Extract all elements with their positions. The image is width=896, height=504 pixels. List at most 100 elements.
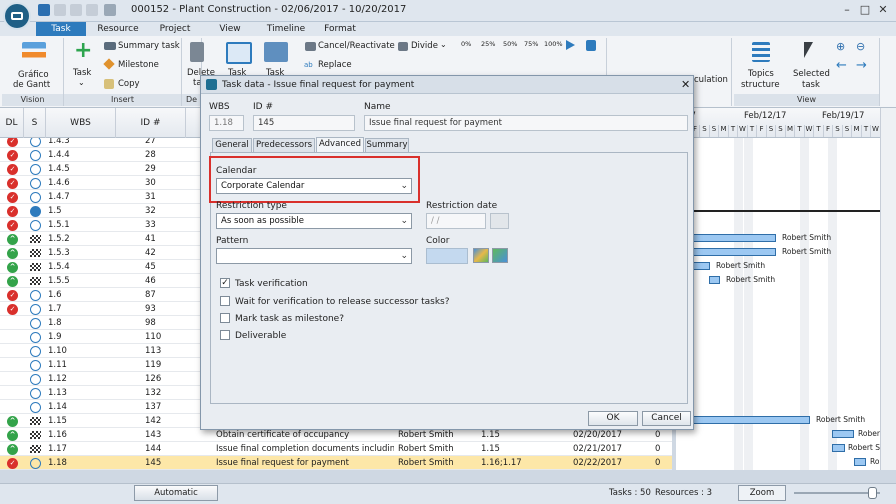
- task-dropdown-icon[interactable]: ⌄: [78, 78, 85, 87]
- undo-icon[interactable]: [70, 4, 82, 16]
- wbs-field[interactable]: 1.18: [209, 115, 244, 131]
- copy-button[interactable]: Copy: [118, 79, 140, 89]
- flag-icon: [30, 431, 41, 439]
- task-verification-checkbox[interactable]: ✓: [220, 278, 230, 288]
- zoom-button[interactable]: Zoom: [738, 485, 786, 501]
- gantt-chart-label-1[interactable]: Gráfico: [18, 70, 49, 80]
- cancel-reactivate-icon: [305, 42, 316, 51]
- selected-task-label-1[interactable]: Selected: [793, 69, 830, 79]
- calendar-select[interactable]: Corporate Calendar ⌄: [216, 178, 412, 194]
- restriction-date-label: Restriction date: [426, 201, 498, 211]
- tab-advanced[interactable]: Advanced: [316, 137, 364, 152]
- progress-0-button[interactable]: 0%: [461, 40, 471, 48]
- selected-task-label-2[interactable]: task: [802, 80, 820, 90]
- topics-structure-icon[interactable]: [752, 42, 770, 62]
- tab-project[interactable]: Project: [152, 22, 198, 36]
- gantt-chart-label-2[interactable]: de Gantt: [13, 80, 50, 90]
- add-task-icon[interactable]: +: [74, 40, 92, 62]
- tab-format[interactable]: Format: [318, 22, 362, 36]
- id-cell: 143: [145, 430, 162, 440]
- gantt-task-bar[interactable]: [854, 458, 866, 466]
- tab-timeline[interactable]: Timeline: [260, 22, 312, 36]
- calendar-picker-icon[interactable]: [490, 213, 509, 229]
- maximize-button[interactable]: □: [858, 3, 872, 17]
- table-row[interactable]: ✓ 1.18 145 Issue final request for payment R…: [0, 456, 672, 470]
- delete-icon[interactable]: [190, 42, 204, 62]
- tab-predecessors[interactable]: Predecessors: [253, 138, 315, 152]
- resource-cell: Robert Smith: [398, 430, 454, 440]
- zoom-slider-thumb[interactable]: [868, 487, 877, 499]
- deliverable-checkbox[interactable]: [220, 330, 230, 340]
- zoom-out-icon[interactable]: ⊖: [856, 40, 865, 53]
- dialog-close-icon[interactable]: ✕: [681, 78, 690, 91]
- gantt-chart[interactable]: Robert Smith Robert Smith Robert Smith Robe…: [676, 138, 880, 470]
- color-reset-icon[interactable]: [492, 248, 508, 263]
- gantt-task-bar[interactable]: [832, 430, 854, 438]
- name-label: Name: [364, 102, 391, 112]
- color-palette-icon[interactable]: [473, 248, 489, 263]
- clipboard-icon[interactable]: [586, 40, 596, 51]
- gantt-task-bar[interactable]: [832, 444, 845, 452]
- divide-dropdown-icon[interactable]: ⌄: [440, 40, 447, 49]
- task-button[interactable]: Task: [73, 68, 91, 78]
- scroll-right-icon[interactable]: →: [856, 58, 867, 73]
- calculation-label[interactable]: culation: [694, 75, 728, 85]
- date-cell: 02/20/2017: [573, 430, 622, 440]
- summary-task-button[interactable]: Summary task: [118, 41, 180, 51]
- cancel-button[interactable]: Cancel: [642, 411, 691, 426]
- tab-general[interactable]: General: [212, 138, 252, 152]
- table-row[interactable]: ^ 1.17 144 Issue final completion documents…: [0, 442, 672, 456]
- play-icon[interactable]: [566, 40, 575, 50]
- deadline-status-icon: ✓: [7, 206, 18, 217]
- vertical-scrollbar[interactable]: [880, 108, 896, 470]
- mark-milestone-label: Mark task as milestone?: [235, 314, 344, 324]
- gantt-task-bar[interactable]: [676, 416, 810, 424]
- column-header-wbs[interactable]: WBS: [46, 108, 116, 138]
- color-swatch[interactable]: [426, 248, 468, 264]
- gantt-task-bar[interactable]: [709, 276, 720, 284]
- id-cell: 87: [145, 290, 156, 300]
- progress-75-button[interactable]: 75%: [524, 40, 538, 48]
- gantt-chart-icon[interactable]: [22, 42, 46, 64]
- table-row[interactable]: ^ 1.16 143 Obtain certificate of occupancy R…: [0, 428, 672, 442]
- tab-summary[interactable]: Summary: [365, 138, 409, 152]
- topics-structure-label-2[interactable]: structure: [741, 80, 780, 90]
- customize-icon[interactable]: [104, 4, 116, 16]
- wait-verification-checkbox[interactable]: [220, 296, 230, 306]
- tab-task[interactable]: Task: [36, 22, 86, 36]
- restriction-type-select[interactable]: As soon as possible ⌄: [216, 213, 412, 229]
- scheduling-mode-button[interactable]: Automatic: [134, 485, 218, 501]
- date-cell: 02/22/2017: [573, 458, 622, 468]
- restriction-date-field[interactable]: / /: [426, 213, 486, 229]
- mark-milestone-checkbox[interactable]: [220, 313, 230, 323]
- progress-50-button[interactable]: 50%: [503, 40, 517, 48]
- name-field[interactable]: Issue final request for payment: [364, 115, 688, 131]
- close-window-button[interactable]: ✕: [876, 3, 890, 17]
- ok-button[interactable]: OK: [588, 411, 638, 426]
- redo-icon[interactable]: [86, 4, 98, 16]
- divide-button[interactable]: Divide: [411, 41, 438, 51]
- pattern-select[interactable]: ⌄: [216, 248, 412, 264]
- id-field[interactable]: 145: [253, 115, 355, 131]
- id-cell: 98: [145, 318, 156, 328]
- milestone-button[interactable]: Milestone: [118, 60, 159, 70]
- task-info-icon[interactable]: [264, 42, 288, 62]
- progress-25-button[interactable]: 25%: [481, 40, 495, 48]
- progress-100-button[interactable]: 100%: [544, 40, 563, 48]
- tab-view[interactable]: View: [210, 22, 250, 36]
- tab-resource[interactable]: Resource: [92, 22, 144, 36]
- app-logo[interactable]: [3, 2, 31, 30]
- column-header-dl[interactable]: DL: [0, 108, 24, 138]
- replace-button[interactable]: Replace: [318, 60, 352, 70]
- save-icon[interactable]: [38, 4, 50, 16]
- column-header-id[interactable]: ID #: [116, 108, 186, 138]
- column-header-s[interactable]: S: [24, 108, 46, 138]
- scroll-left-icon[interactable]: ←: [836, 58, 847, 73]
- cursor-icon[interactable]: [804, 42, 813, 58]
- new-icon[interactable]: [54, 4, 66, 16]
- task-view-icon[interactable]: [226, 42, 252, 64]
- zoom-in-icon[interactable]: ⊕: [836, 40, 845, 53]
- minimize-button[interactable]: –: [840, 3, 854, 17]
- topics-structure-label-1[interactable]: Topics: [748, 69, 774, 79]
- cancel-reactivate-button[interactable]: Cancel/Reactivate: [318, 41, 395, 51]
